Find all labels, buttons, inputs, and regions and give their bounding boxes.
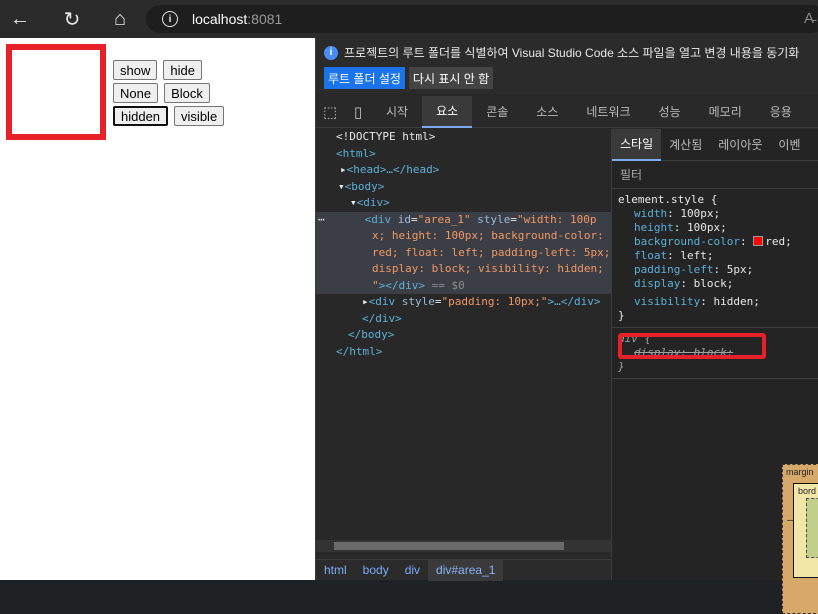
home-icon[interactable]: ⌂ (100, 0, 140, 38)
elements-tree[interactable]: <!DOCTYPE html> <html> ▸<head>…</head> ▾… (316, 129, 611, 559)
devtools-infobar: i 프로젝트의 루트 폴더를 식별하여 Visual Studio Code 소… (316, 38, 818, 94)
rule-selector: element.style { (618, 193, 718, 206)
dom-html-open[interactable]: <html> (316, 146, 611, 163)
box-model-dash: – (787, 515, 794, 526)
prop-background-color[interactable]: background-color: red; (618, 235, 815, 249)
styles-pane: 스타일 계산됨 레이아웃 이벤 필터 element.style { width… (611, 128, 818, 614)
styles-filter-input[interactable]: 필터 (612, 161, 818, 189)
crumb-div-area-1[interactable]: div#area_1 (428, 559, 504, 581)
devtools-tabbar: ⬚ ▯ 시작 요소 콘솔 소스 네트워크 성능 메모리 응용 (316, 95, 818, 128)
tab-network[interactable]: 네트워크 (572, 96, 644, 128)
visibility-highlight-box (618, 333, 766, 359)
dom-div-open[interactable]: ▾<div> (316, 195, 611, 212)
address-bar[interactable]: i localhost:8081 (146, 5, 818, 33)
info-icon: i (324, 45, 338, 60)
tab-sources[interactable]: 소스 (522, 96, 572, 128)
element-style-rule[interactable]: element.style { width: 100px; height: 10… (612, 189, 818, 328)
devtools-panel: i 프로젝트의 루트 폴더를 식별하여 Visual Studio Code 소… (315, 38, 818, 614)
button-row-2: None Block (113, 83, 210, 103)
button-row-1: show hide (113, 60, 202, 80)
dom-body-close[interactable]: </body> (316, 327, 611, 344)
infobar-text: 프로젝트의 루트 폴더를 식별하여 Visual Studio Code 소스 … (344, 46, 800, 60)
prop-visibility[interactable]: visibility: hidden; (618, 295, 815, 309)
tab-console[interactable]: 콘솔 (472, 96, 522, 128)
tab-memory[interactable]: 메모리 (695, 96, 756, 128)
expand-arrow-icon[interactable]: ▸ (340, 163, 347, 176)
device-toolbar-icon[interactable]: ▯ (344, 103, 372, 121)
button-row-3: hidden visible (113, 106, 225, 126)
dom-selected-node[interactable]: ⋯ <div id="area_1" style="width: 100p x; … (316, 211, 611, 294)
read-aloud-icon[interactable]: A̵ (804, 10, 814, 27)
tab-styles[interactable]: 스타일 (612, 128, 662, 161)
prop-padding-left[interactable]: padding-left: 5px; (618, 263, 815, 277)
show-button[interactable]: show (113, 60, 158, 80)
crumb-body[interactable]: body (355, 563, 397, 577)
rule-close: } (618, 360, 625, 373)
back-arrow-icon[interactable]: ← (0, 0, 40, 38)
tab-welcome[interactable]: 시작 (372, 96, 422, 128)
set-root-folder-button[interactable]: 루트 폴더 설정 (324, 67, 405, 89)
tab-layout[interactable]: 레이아웃 (710, 129, 770, 161)
tab-computed[interactable]: 계산됨 (661, 129, 710, 161)
prop-float[interactable]: float: left; (618, 249, 815, 263)
rule-close: } (618, 309, 625, 322)
dom-div-padding[interactable]: ▸<div style="padding: 10px;">…</div> (316, 294, 611, 311)
box-model-margin-label: margin (786, 467, 814, 477)
box-model-border-label: bord (798, 486, 817, 496)
address-host: localhost (192, 11, 248, 27)
page-viewport: show hide None Block hidden visible (0, 38, 315, 580)
block-button[interactable]: Block (164, 83, 210, 103)
horizontal-scrollbar[interactable] (316, 540, 611, 552)
prop-display[interactable]: display: block; (618, 277, 815, 291)
tab-event-listeners[interactable]: 이벤 (770, 129, 808, 161)
scrollbar-thumb[interactable] (334, 542, 564, 550)
prop-height[interactable]: height: 100px; (618, 221, 815, 235)
dom-head[interactable]: ▸<head>…</head> (316, 162, 611, 179)
dont-show-again-button[interactable]: 다시 표시 안 함 (408, 67, 494, 89)
dom-html-close[interactable]: </html> (316, 344, 611, 361)
reload-icon[interactable]: ↻ (52, 0, 92, 38)
collapse-arrow-icon[interactable]: ▾ (350, 196, 357, 209)
box-model-padding (806, 498, 818, 558)
prop-width[interactable]: width: 100px; (618, 207, 815, 221)
tab-application[interactable]: 응용 (756, 96, 806, 128)
none-button[interactable]: None (113, 83, 159, 103)
color-swatch-icon[interactable] (753, 236, 764, 246)
browser-toolbar: ← ↻ ⌂ i localhost:8081 A̵ (0, 0, 818, 38)
hidden-button[interactable]: hidden (113, 106, 169, 126)
styles-subtabs: 스타일 계산됨 레이아웃 이벤 (612, 128, 818, 161)
visible-button[interactable]: visible (174, 106, 225, 126)
inspect-element-icon[interactable]: ⬚ (316, 103, 344, 121)
box-model-border: bord (793, 483, 818, 578)
crumb-div[interactable]: div (397, 563, 428, 577)
collapse-arrow-icon[interactable]: ▾ (338, 180, 345, 193)
address-port: :8081 (247, 11, 283, 27)
tab-elements[interactable]: 요소 (422, 95, 473, 128)
more-dots-icon[interactable]: ⋯ (318, 213, 325, 226)
dom-doctype[interactable]: <!DOCTYPE html> (316, 129, 611, 146)
box-model-diagram[interactable]: margin bord – (782, 464, 818, 614)
expand-arrow-icon[interactable]: ▸ (362, 295, 369, 308)
hide-button[interactable]: hide (163, 60, 202, 80)
site-info-icon[interactable]: i (162, 11, 178, 27)
tab-performance[interactable]: 성능 (645, 96, 695, 128)
dom-body-open[interactable]: ▾<body> (316, 179, 611, 196)
crumb-html[interactable]: html (316, 563, 355, 577)
area-1-highlight-box (6, 44, 106, 140)
breadcrumb: html body div div#area_1 (316, 559, 611, 581)
dom-div-close[interactable]: </div> (316, 311, 611, 328)
